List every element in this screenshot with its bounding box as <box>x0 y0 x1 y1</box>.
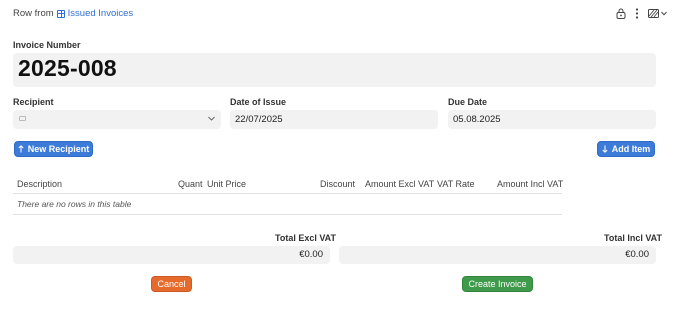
source-table-name: Issued Invoices <box>67 8 134 19</box>
header-actions <box>616 8 667 19</box>
arrow-up-icon <box>18 145 24 153</box>
breadcrumb: Row from Issued Invoices <box>13 8 133 19</box>
column-amount-excl-vat: Amount Excl VAT <box>365 179 435 189</box>
column-vat-rate: VAT Rate <box>437 179 475 189</box>
total-incl-vat-field: €0.00 <box>339 246 656 264</box>
create-invoice-button[interactable]: Create Invoice <box>462 276 533 292</box>
total-incl-vat-label: Total Incl VAT <box>604 233 662 243</box>
due-date-label: Due Date <box>448 97 488 107</box>
invoice-number-value: 2025-008 <box>18 55 117 81</box>
date-of-issue-value: 22/07/2025 <box>235 114 283 125</box>
source-table-link[interactable]: Issued Invoices <box>56 8 134 19</box>
table-header-divider <box>13 193 562 194</box>
new-recipient-label: New Recipient <box>27 144 90 154</box>
new-recipient-button[interactable]: New Recipient <box>14 141 93 157</box>
chevron-down-icon <box>208 114 215 123</box>
table-bottom-divider <box>13 214 562 215</box>
chevron-down-icon <box>661 11 667 16</box>
add-item-label: Add Item <box>611 144 651 154</box>
lock-icon[interactable] <box>616 8 626 19</box>
total-excl-vat-field: €0.00 <box>13 246 330 264</box>
date-of-issue-input[interactable]: 22/07/2025 <box>230 110 438 129</box>
recipient-label: Recipient <box>13 97 54 107</box>
contact-card-icon <box>19 116 26 121</box>
vertical-dots-icon[interactable] <box>635 8 639 19</box>
column-amount-incl-vat: Amount Incl VAT <box>497 179 564 189</box>
table-icon <box>56 9 65 18</box>
breadcrumb-prefix: Row from <box>13 8 54 19</box>
arrow-down-icon <box>602 145 608 153</box>
column-discount: Discount <box>320 179 356 189</box>
due-date-value: 05.08.2025 <box>453 114 501 125</box>
pattern-view-icon[interactable] <box>648 9 667 18</box>
column-description: Description <box>17 179 63 189</box>
table-empty-message: There are no rows in this table <box>17 199 132 209</box>
date-of-issue-label: Date of Issue <box>230 97 287 107</box>
column-unit-price: Unit Price <box>207 179 247 189</box>
cancel-button[interactable]: Cancel <box>151 276 192 292</box>
total-excl-vat-label: Total Excl VAT <box>275 233 337 243</box>
add-item-button[interactable]: Add Item <box>597 141 655 157</box>
recipient-select[interactable] <box>13 110 221 129</box>
invoice-number-label: Invoice Number <box>13 40 81 50</box>
column-quant: Quant <box>178 179 203 189</box>
due-date-input[interactable]: 05.08.2025 <box>448 110 656 129</box>
